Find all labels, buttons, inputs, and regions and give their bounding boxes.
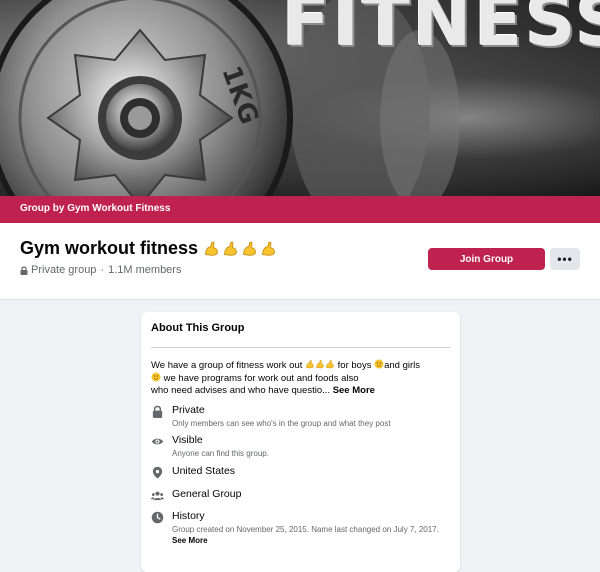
people-icon bbox=[151, 491, 164, 501]
member-count[interactable]: 1.1M members bbox=[108, 264, 181, 276]
clock-icon bbox=[151, 511, 164, 524]
group-title: Gym workout fitness bbox=[20, 238, 199, 258]
flexed-biceps-emoji bbox=[243, 241, 256, 256]
group-meta: Private group · 1.1M members bbox=[20, 264, 181, 276]
flexed-biceps-emoji bbox=[224, 241, 237, 256]
info-sub: Only members can see who's in the group … bbox=[172, 419, 391, 428]
flexed-biceps-emoji bbox=[316, 360, 324, 369]
cover-photo: 1KG FITNESS bbox=[0, 0, 600, 196]
lock-icon bbox=[152, 405, 163, 418]
info-label: General Group bbox=[172, 488, 242, 500]
info-item-location: United States bbox=[151, 465, 235, 479]
flexed-biceps-emoji bbox=[262, 241, 275, 256]
about-card: About This Group We have a group of fitn… bbox=[141, 312, 460, 572]
info-item-visible: Visible Anyone can find this group. bbox=[151, 434, 452, 459]
privacy-label[interactable]: Private group bbox=[31, 264, 96, 276]
info-label: Private bbox=[172, 404, 205, 416]
description-text: for boys bbox=[337, 360, 372, 371]
info-sub: Group created on November 25, 2015. Name… bbox=[172, 524, 452, 546]
group-owner-bar[interactable]: Group by Gym Workout Fitness bbox=[0, 196, 600, 223]
info-label: History bbox=[172, 510, 205, 522]
flexed-biceps-emoji bbox=[326, 360, 334, 369]
about-description: We have a group of fitness work out for … bbox=[151, 359, 451, 397]
face-emoji bbox=[374, 359, 384, 369]
more-options-button[interactable]: ••• bbox=[550, 248, 580, 270]
flexed-biceps-emoji bbox=[306, 360, 314, 369]
face-emoji bbox=[151, 372, 161, 382]
about-title: About This Group bbox=[151, 322, 245, 334]
description-text: who need advises and who have questio... bbox=[151, 385, 331, 396]
title-emoji-group bbox=[203, 240, 279, 257]
flexed-biceps-emoji bbox=[205, 241, 218, 256]
location-pin-icon bbox=[152, 466, 163, 479]
info-item-private: Private Only members can see who's in th… bbox=[151, 404, 452, 429]
group-owner-label[interactable]: Group by Gym Workout Fitness bbox=[20, 203, 170, 214]
see-more-description-link[interactable]: See More bbox=[333, 385, 375, 396]
info-label: Visible bbox=[172, 434, 203, 446]
join-group-button[interactable]: Join Group bbox=[428, 248, 545, 270]
see-more-history-link[interactable]: See More bbox=[172, 536, 208, 545]
history-text: Group created on November 25, 2015. Name… bbox=[172, 525, 439, 534]
cover-word: FITNESS bbox=[282, 0, 600, 62]
about-divider bbox=[151, 347, 450, 348]
info-item-history: History Group created on November 25, 20… bbox=[151, 510, 452, 546]
info-sub: Anyone can find this group. bbox=[172, 449, 269, 458]
description-text: we have programs for work out and foods … bbox=[163, 373, 359, 384]
lock-icon bbox=[20, 266, 28, 275]
title-row: Gym workout fitness bbox=[20, 238, 279, 259]
description-text: and girls bbox=[384, 360, 421, 371]
more-dots-icon: ••• bbox=[557, 252, 573, 266]
meta-separator: · bbox=[100, 264, 105, 276]
info-label[interactable]: United States bbox=[172, 465, 235, 477]
info-item-type: General Group bbox=[151, 488, 241, 502]
group-header: Gym workout fitness Private group · 1.1M… bbox=[0, 223, 600, 300]
eye-icon bbox=[151, 438, 164, 445]
description-text: We have a group of fitness work out bbox=[151, 360, 303, 371]
